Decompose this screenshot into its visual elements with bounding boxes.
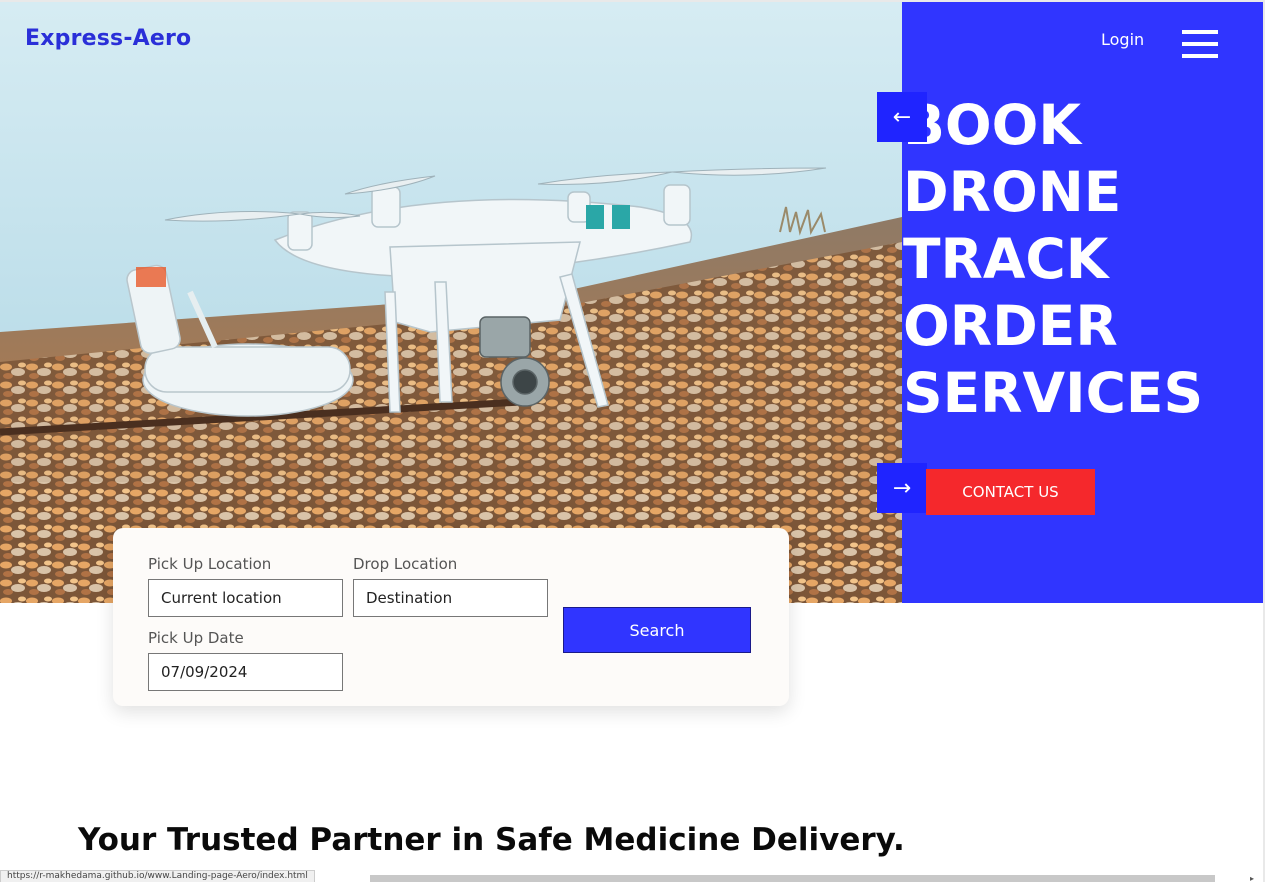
- search-button[interactable]: Search: [563, 607, 751, 653]
- section-heading: Your Trusted Partner in Safe Medicine De…: [78, 822, 905, 858]
- prev-slide-arrow-icon[interactable]: ←: [877, 92, 927, 142]
- menu-bar: [1182, 54, 1218, 58]
- drop-location-input[interactable]: [353, 579, 548, 617]
- drop-location-label: Drop Location: [353, 555, 458, 573]
- horizontal-scrollbar[interactable]: [370, 875, 1215, 882]
- pickup-date-input[interactable]: [148, 653, 343, 691]
- headline-line: DRONE: [903, 160, 1122, 224]
- headline-line: SERVICES: [903, 361, 1204, 425]
- pickup-location-input[interactable]: [148, 579, 343, 617]
- hero-image: [0, 2, 902, 603]
- headline-line: ORDER: [903, 294, 1118, 358]
- scroll-right-icon[interactable]: ▸: [1250, 874, 1254, 882]
- pickup-date-label: Pick Up Date: [148, 629, 244, 647]
- pickup-location-label: Pick Up Location: [148, 555, 272, 573]
- next-slide-arrow-icon[interactable]: →: [877, 463, 927, 513]
- menu-bar: [1182, 30, 1218, 34]
- headline-line: TRACK: [903, 227, 1109, 291]
- menu-bar: [1182, 42, 1218, 46]
- status-bar-url: https://r-makhedama.github.io/www.Landin…: [0, 870, 315, 882]
- booking-form: Pick Up Location Drop Location Pick Up D…: [113, 528, 789, 706]
- hero-headline: BOOK DRONE TRACK ORDER SERVICES: [903, 92, 1263, 427]
- headline-line: BOOK: [903, 93, 1082, 157]
- login-link[interactable]: Login: [1101, 30, 1144, 49]
- contact-us-button[interactable]: CONTACT US: [926, 469, 1095, 515]
- hamburger-menu-icon[interactable]: [1182, 30, 1218, 58]
- drone-photo-illustration: [0, 2, 902, 603]
- page: Express-Aero Login BOOK DRONE TRACK ORDE…: [0, 0, 1265, 882]
- brand-logo[interactable]: Express-Aero: [25, 26, 191, 51]
